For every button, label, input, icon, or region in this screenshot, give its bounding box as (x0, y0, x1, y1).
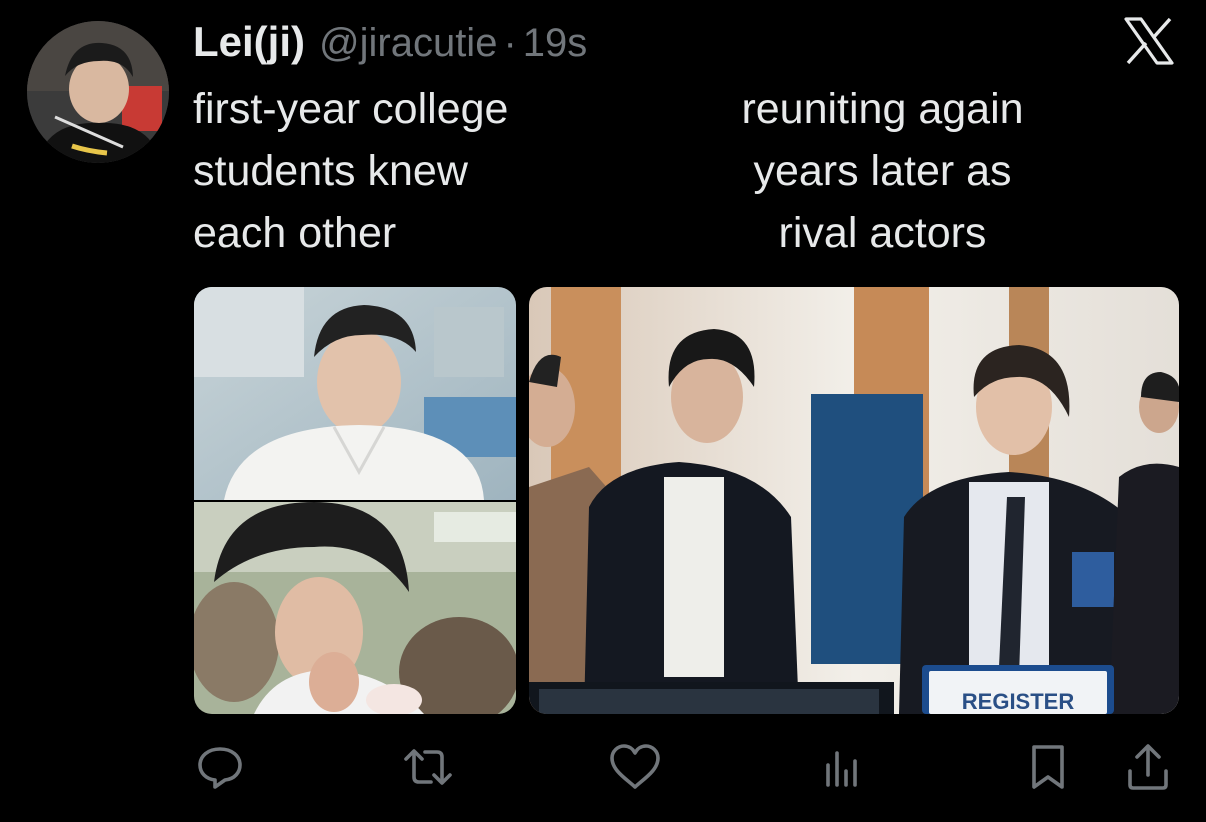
share-icon (1124, 741, 1172, 793)
bookmark-button[interactable] (1018, 735, 1078, 799)
caption-right-line: reuniting again (741, 85, 1024, 133)
tweet-photo-1[interactable] (194, 287, 516, 500)
caption-right-line: rival actors (778, 209, 987, 257)
tweet-header: Lei(ji) @jiracutie · 19s (193, 18, 587, 74)
author-avatar[interactable] (27, 21, 169, 163)
retweet-icon (398, 741, 458, 793)
retweet-button[interactable] (398, 735, 458, 799)
author-handle[interactable]: @jiracutie (319, 21, 497, 66)
caption-left-line: each other (193, 209, 397, 257)
heart-icon (607, 742, 663, 792)
views-button[interactable] (812, 735, 872, 799)
register-sign-text: REGISTER (962, 689, 1075, 714)
tweet-action-bar (0, 735, 1206, 799)
caption-left-line: first-year college (193, 85, 509, 133)
author-name[interactable]: Lei(ji) (193, 18, 305, 66)
caption-left: first-year college students knew each ot… (193, 78, 508, 264)
caption-left-line: students knew (193, 147, 468, 195)
share-button[interactable] (1118, 735, 1178, 799)
x-logo-icon[interactable] (1124, 17, 1174, 65)
tweet-timestamp[interactable]: 19s (523, 21, 588, 66)
bookmark-icon (1026, 742, 1070, 792)
tweet-photo-2[interactable] (194, 502, 516, 714)
tweet-photo-3[interactable]: REGISTER (529, 287, 1179, 714)
reply-button[interactable] (190, 735, 250, 799)
caption-right-line: years later as (753, 147, 1012, 195)
views-icon (820, 745, 864, 789)
like-button[interactable] (605, 735, 665, 799)
header-separator: · (503, 21, 517, 65)
caption-right: reuniting again years later as rival act… (690, 78, 1075, 264)
reply-icon (194, 741, 246, 793)
